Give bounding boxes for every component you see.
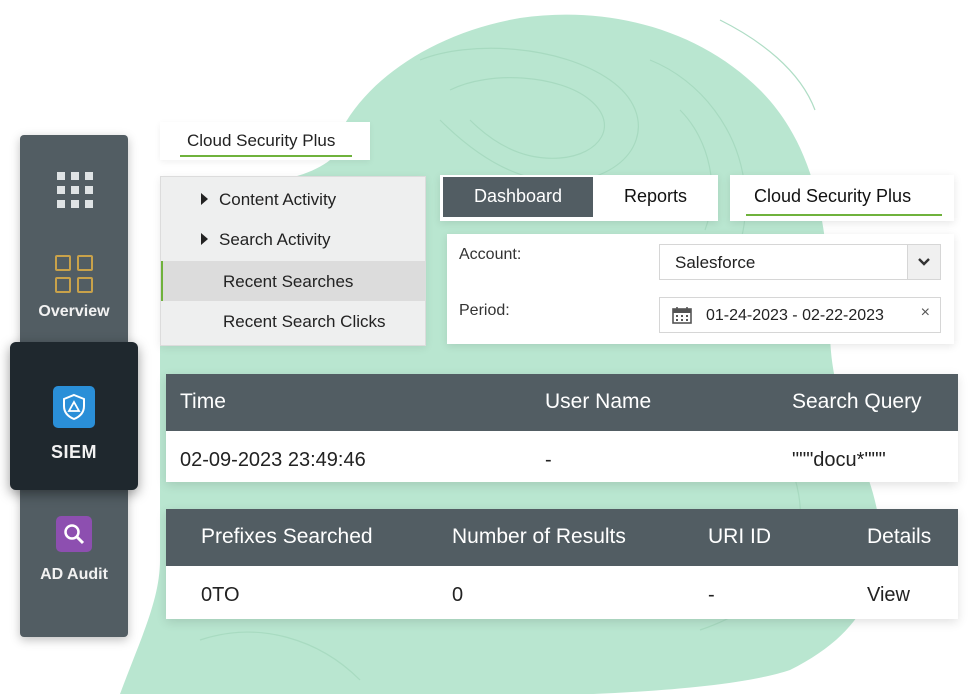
report-menu: Content Activity Search Activity Recent … (160, 176, 426, 346)
menu-item-label: Recent Search Clicks (223, 312, 386, 331)
column-header-search-query[interactable]: Search Query (792, 390, 922, 414)
cell-uri-id: - (708, 584, 715, 606)
cell-number-of-results: 0 (452, 584, 464, 606)
nav-item-label: Overview (38, 303, 110, 320)
column-header-uri-id[interactable]: URI ID (708, 525, 771, 549)
menu-item-recent-searches[interactable]: Recent Searches (161, 261, 425, 301)
chevron-down-icon[interactable] (907, 245, 940, 279)
nav-item-ad-audit[interactable]: AD Audit (20, 516, 128, 584)
tab-active-underline (746, 214, 942, 216)
account-value: Salesforce (675, 253, 756, 272)
caret-right-icon (201, 193, 208, 205)
tab-label: Cloud Security Plus (187, 131, 336, 150)
cell-prefixes-searched: 0TO (201, 584, 240, 606)
search-icon (56, 516, 92, 552)
view-tabs: Dashboard Reports (440, 175, 718, 221)
table-header: Time User Name Search Query (166, 374, 958, 431)
menu-item-label: Search Activity (219, 230, 331, 249)
tab-cloud-security-plus[interactable]: Cloud Security Plus (160, 122, 370, 160)
search-results-table: Time User Name Search Query 02-09-2023 2… (166, 374, 958, 482)
nav-item-overview[interactable]: Overview (20, 255, 128, 321)
column-header-prefixes-searched[interactable]: Prefixes Searched (201, 525, 373, 549)
overview-icon (55, 255, 93, 293)
menu-item-recent-search-clicks[interactable]: Recent Search Clicks (161, 301, 425, 341)
calendar-icon[interactable] (672, 306, 692, 329)
tab-dashboard[interactable]: Dashboard (443, 177, 593, 217)
column-header-details[interactable]: Details (867, 525, 931, 549)
caret-right-icon (201, 233, 208, 245)
cell-time: 02-09-2023 23:49:46 (180, 449, 366, 471)
menu-item-search-activity[interactable]: Search Activity (161, 219, 425, 259)
cell-search-query: """docu*""" (792, 449, 886, 471)
nav-item-label: AD Audit (40, 566, 108, 583)
column-header-user-name[interactable]: User Name (545, 390, 651, 414)
apps-grid-icon[interactable] (57, 172, 95, 210)
tab-active-underline (180, 155, 352, 157)
account-select[interactable]: Salesforce (659, 244, 941, 280)
period-date-range-input[interactable]: 01-24-2023 - 02-22-2023 × (659, 297, 941, 333)
report-filters: Account: Salesforce Period: 01-24-2023 -… (447, 234, 954, 344)
shield-icon (53, 386, 95, 428)
nav-item-label: SIEM (50, 442, 97, 462)
table-header: Prefixes Searched Number of Results URI … (166, 509, 958, 566)
account-label: Account: (459, 246, 522, 263)
nav-item-siem[interactable]: SIEM (10, 342, 138, 490)
menu-item-label: Recent Searches (223, 272, 354, 291)
tab-label: Cloud Security Plus (754, 186, 912, 206)
column-header-number-of-results[interactable]: Number of Results (452, 525, 626, 549)
tab-reports[interactable]: Reports (593, 177, 718, 217)
period-value: 01-24-2023 - 02-22-2023 (706, 307, 884, 324)
tab-cloud-security-plus-secondary[interactable]: Cloud Security Plus (730, 175, 954, 221)
clear-icon[interactable]: × (921, 304, 930, 322)
menu-item-content-activity[interactable]: Content Activity (161, 179, 425, 219)
period-label: Period: (459, 302, 510, 319)
menu-item-label: Content Activity (219, 190, 337, 209)
view-details-link[interactable]: View (867, 584, 910, 607)
search-details-table: Prefixes Searched Number of Results URI … (166, 509, 958, 619)
cell-user-name: - (545, 449, 552, 471)
column-header-time[interactable]: Time (180, 390, 226, 414)
